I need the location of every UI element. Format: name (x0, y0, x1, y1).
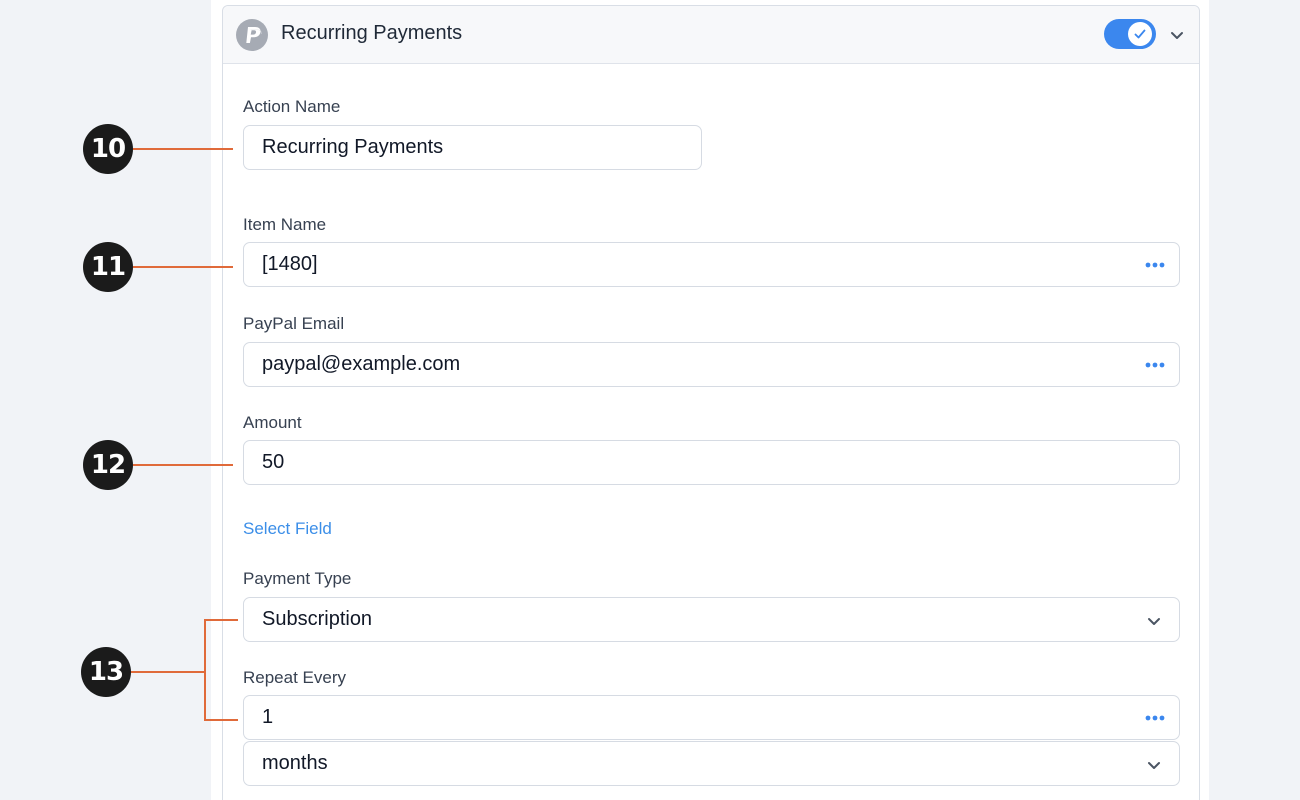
amount-value: 50 (262, 451, 285, 473)
callout-line (133, 266, 233, 268)
paypal-email-label: PayPal Email (243, 314, 345, 333)
chevron-down-icon (1145, 612, 1163, 630)
repeat-every-input[interactable]: 1 (243, 695, 1180, 740)
repeat-unit-select[interactable]: months (243, 741, 1180, 786)
amount-label: Amount (243, 413, 302, 432)
payment-type-select[interactable]: Subscription (243, 597, 1180, 642)
panel-title: Recurring Payments (281, 22, 463, 44)
paypal-email-input[interactable]: paypal@example.com (243, 342, 1180, 387)
item-name-value: [1480] (262, 253, 318, 275)
more-options-icon[interactable] (1144, 711, 1166, 725)
amount-input[interactable]: 50 (243, 440, 1180, 485)
callout-marker: 10 (83, 124, 133, 174)
callout-line (133, 148, 233, 150)
action-name-label: Action Name (243, 97, 341, 116)
payment-type-label: Payment Type (243, 569, 352, 588)
callout-line (204, 619, 238, 621)
action-name-value: Recurring Payments (262, 136, 444, 158)
callout-bracket (204, 619, 206, 721)
payment-type-value: Subscription (262, 608, 373, 630)
check-icon (1128, 22, 1152, 46)
callout-line (131, 671, 205, 673)
repeat-every-label: Repeat Every (243, 668, 346, 687)
paypal-icon (236, 19, 268, 51)
panel-header[interactable]: Recurring Payments (223, 6, 1199, 64)
item-name-input[interactable]: [1480] (243, 242, 1180, 287)
callout-marker: 13 (81, 647, 131, 697)
select-field-link[interactable]: Select Field (243, 519, 332, 539)
paypal-email-value: paypal@example.com (262, 353, 461, 375)
action-name-input[interactable]: Recurring Payments (243, 125, 702, 170)
repeat-every-value: 1 (262, 706, 274, 728)
chevron-down-icon (1145, 756, 1163, 774)
callout-line (133, 464, 233, 466)
callout-marker: 11 (83, 242, 133, 292)
item-name-label: Item Name (243, 215, 327, 234)
chevron-down-icon[interactable] (1168, 26, 1186, 44)
callout-line (204, 719, 238, 721)
more-options-icon[interactable] (1144, 258, 1166, 272)
more-options-icon[interactable] (1144, 358, 1166, 372)
enable-toggle[interactable] (1104, 19, 1156, 49)
repeat-unit-value: months (262, 752, 328, 774)
callout-marker: 12 (83, 440, 133, 490)
